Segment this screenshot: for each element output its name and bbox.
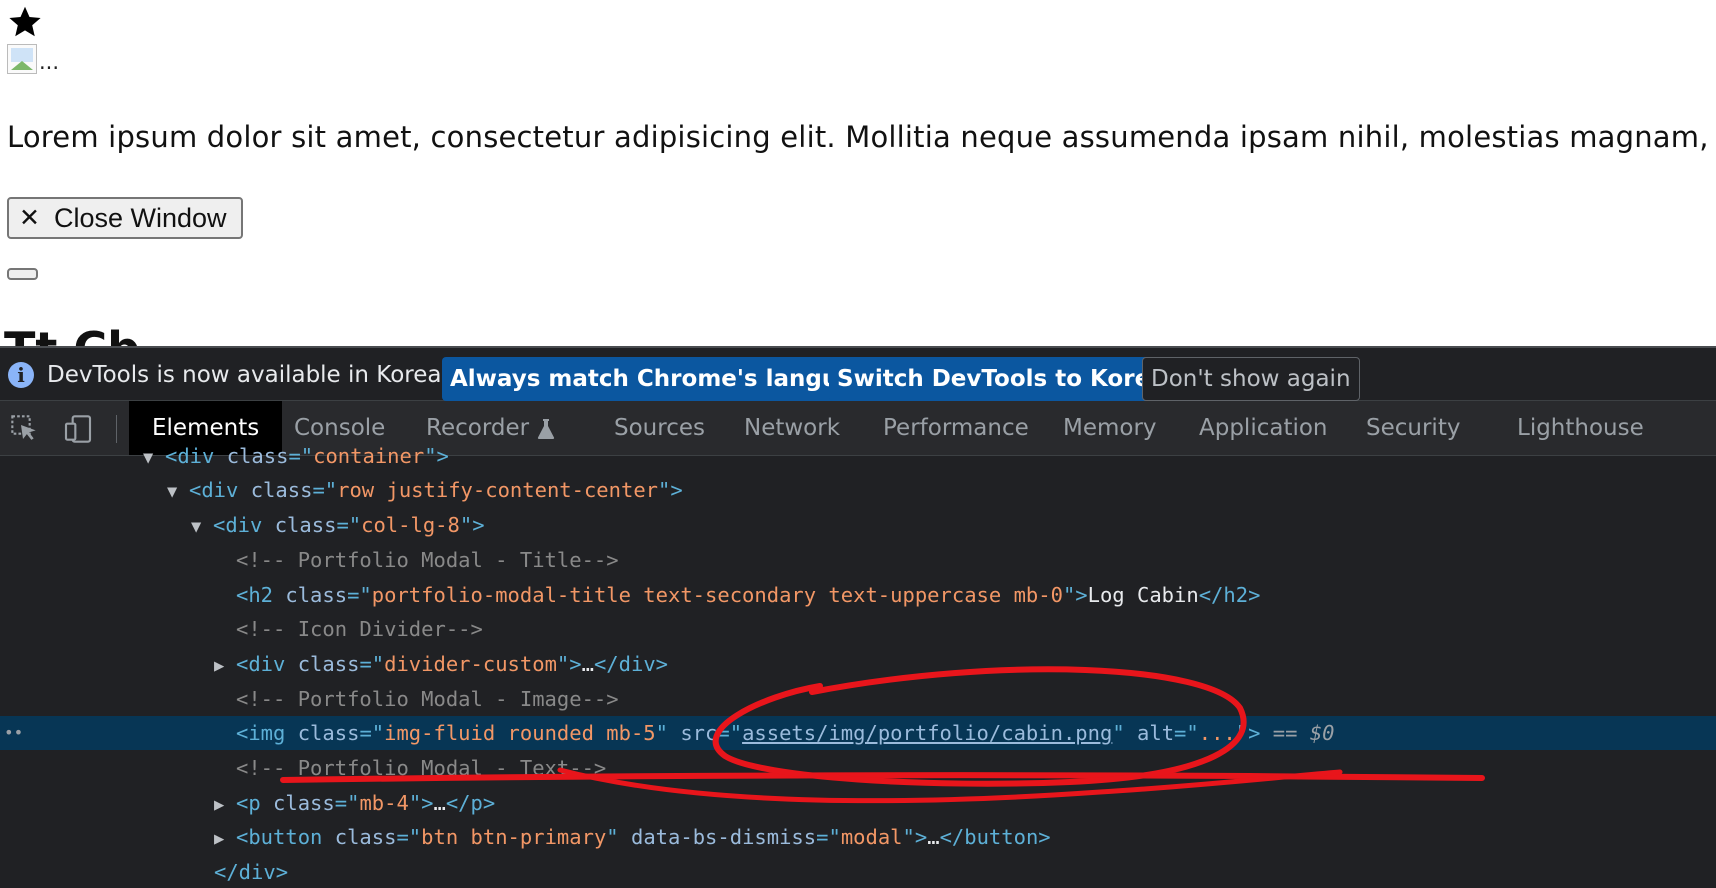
dom-node-img-selected[interactable]: •• <img class="img-fluid rounded mb-5" sr…: [0, 716, 1716, 750]
page-viewport: ... Lorem ipsum dolor sit amet, consecte…: [0, 0, 1716, 346]
collapse-triangle-icon[interactable]: ▶: [214, 822, 236, 856]
broken-image-icon: [7, 44, 37, 74]
language-infobar: i DevTools is now available in Korean! A…: [0, 348, 1716, 401]
small-empty-button[interactable]: [7, 268, 38, 280]
tab-recorder-label: Recorder: [426, 415, 530, 441]
close-window-label: Close Window: [53, 202, 227, 233]
dom-comment-divider[interactable]: <!-- Icon Divider-->: [0, 612, 1716, 646]
dom-comment-text[interactable]: <!-- Portfolio Modal - Text-->: [0, 751, 1716, 785]
dom-tree: ▼ <div class="container"> ▼ <div class="ro…: [0, 444, 1716, 888]
dom-node-container[interactable]: ▼ <div class="container">: [0, 439, 1716, 473]
collapse-triangle-icon[interactable]: ▶: [214, 649, 236, 683]
close-window-button[interactable]: ✕ Close Window: [7, 197, 243, 239]
close-icon: ✕: [19, 204, 40, 232]
img-src-link[interactable]: assets/img/portfolio/cabin.png: [742, 721, 1112, 745]
expand-triangle-icon[interactable]: ▼: [143, 441, 165, 475]
star-icon: [9, 6, 41, 37]
dont-show-again-button[interactable]: Don't show again: [1142, 357, 1360, 401]
info-icon: i: [8, 362, 34, 388]
dom-node-col[interactable]: ▼ <div class="col-lg-8">: [0, 508, 1716, 542]
selected-node-dots[interactable]: ••: [4, 716, 23, 750]
infobar-message: DevTools is now available in Korean!: [47, 362, 466, 388]
collapse-triangle-icon[interactable]: ▶: [214, 788, 236, 822]
dom-node-closing-div[interactable]: </div>: [0, 855, 1716, 888]
experiment-flask-icon: [537, 418, 555, 439]
switch-devtools-korean-button[interactable]: Switch DevTools to Korean: [829, 357, 1191, 401]
dom-node-row[interactable]: ▼ <div class="row justify-content-center"…: [0, 473, 1716, 507]
dom-node-p[interactable]: ▶ <p class="mb-4">…</p>: [0, 786, 1716, 820]
devtools-panel: i DevTools is now available in Korean! A…: [0, 346, 1716, 888]
image-alt-text: ...: [39, 50, 60, 74]
expand-triangle-icon[interactable]: ▼: [191, 510, 213, 544]
page-heading-cut-off: Tt Cb: [4, 326, 140, 346]
dom-node-button[interactable]: ▶ <button class="btn btn-primary" data-bs…: [0, 820, 1716, 854]
dom-node-h2[interactable]: <h2 class="portfolio-modal-title text-se…: [0, 578, 1716, 612]
lorem-paragraph: Lorem ipsum dolor sit amet, consectetur …: [7, 120, 1716, 154]
dom-comment-image[interactable]: <!-- Portfolio Modal - Image-->: [0, 682, 1716, 716]
expand-triangle-icon[interactable]: ▼: [167, 475, 189, 509]
dom-comment-title[interactable]: <!-- Portfolio Modal - Title-->: [0, 543, 1716, 577]
dom-node-divider[interactable]: ▶ <div class="divider-custom">…</div>: [0, 647, 1716, 681]
broken-image: ...: [7, 44, 59, 74]
always-match-language-button[interactable]: Always match Chrome's language: [442, 357, 894, 401]
